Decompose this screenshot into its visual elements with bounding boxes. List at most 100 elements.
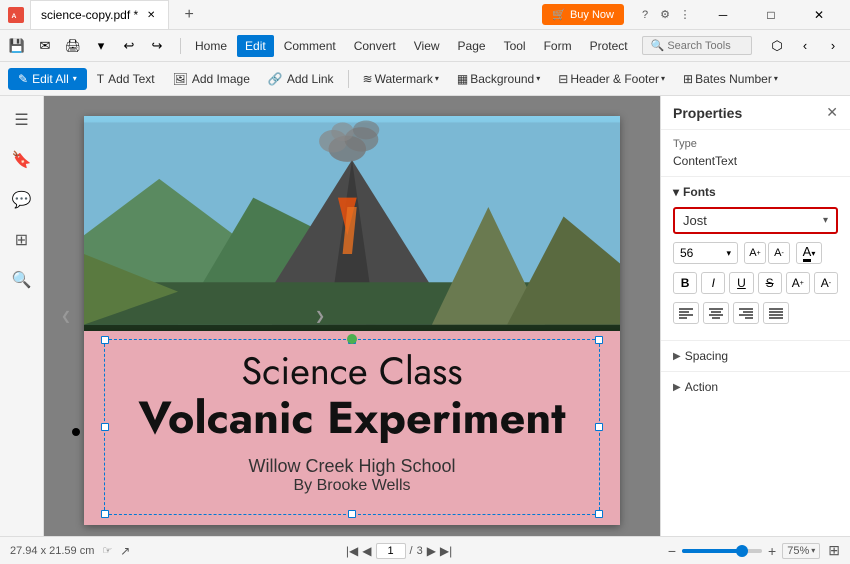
page-dimensions: 27.94 x 21.59 cm	[10, 545, 94, 557]
first-page-button[interactable]: |◀	[346, 544, 358, 558]
add-text-button[interactable]: T Add Text	[89, 68, 163, 90]
type-label: Type	[673, 138, 838, 150]
back-icon[interactable]: ‹	[792, 33, 818, 59]
action-section[interactable]: ▶ Action	[661, 371, 850, 402]
toolbar-icon-email[interactable]: ✉	[32, 33, 58, 59]
fit-page-button[interactable]: ⊞	[828, 542, 840, 559]
align-right-button[interactable]	[733, 302, 759, 324]
minimize-button[interactable]: ─	[700, 0, 746, 30]
sidebar-comments-icon[interactable]: 💬	[6, 184, 38, 216]
selection-handle-ml[interactable]	[101, 423, 109, 431]
rotate-handle[interactable]	[347, 334, 357, 344]
zoom-level-dropdown[interactable]: 75% ▾	[782, 543, 820, 559]
type-value: ContentText	[673, 154, 838, 168]
spacing-header[interactable]: ▶ Spacing	[673, 349, 838, 363]
toolbar-icon-undo[interactable]: ↩	[116, 33, 142, 59]
edit-all-button[interactable]: ✎ Edit All ▾	[8, 68, 87, 90]
document-tab[interactable]: science-copy.pdf * ✕	[30, 0, 169, 29]
toolbar-separator	[348, 70, 349, 88]
font-color-button[interactable]: A ▾	[796, 242, 822, 264]
menu-convert[interactable]: Convert	[346, 35, 404, 57]
watermark-button[interactable]: ≋ Watermark ▾	[355, 68, 447, 90]
zoom-slider[interactable]	[682, 549, 762, 553]
color-dropdown-arrow: ▾	[811, 249, 815, 258]
font-size-increase-button[interactable]: A+	[744, 242, 766, 264]
add-link-button[interactable]: 🔗 Add Link	[260, 68, 342, 90]
menu-protect[interactable]: Protect	[582, 35, 636, 57]
menu-comment[interactable]: Comment	[276, 35, 344, 57]
underline-button[interactable]: U	[729, 272, 753, 294]
next-page-button[interactable]: ▶	[427, 544, 436, 558]
close-button[interactable]: ✕	[796, 0, 842, 30]
selection-handle-bc[interactable]	[348, 510, 356, 518]
zoom-dropdown-arrow: ▾	[811, 546, 815, 555]
settings-icon[interactable]: ⚙	[656, 6, 674, 24]
menu-home[interactable]: Home	[187, 35, 235, 57]
maximize-button[interactable]: □	[748, 0, 794, 30]
selection-handle-bl[interactable]	[101, 510, 109, 518]
forward-icon[interactable]: ›	[820, 33, 846, 59]
toolbar-icon-save[interactable]: 💾	[4, 33, 30, 59]
header-footer-button[interactable]: ⊟ Header & Footer ▾	[550, 68, 673, 90]
font-family-dropdown[interactable]: Jost ▾	[673, 207, 838, 234]
bold-button[interactable]: B	[673, 272, 697, 294]
sidebar-pages-icon[interactable]: ☰	[6, 104, 38, 136]
new-tab-button[interactable]: +	[175, 1, 203, 29]
zoom-slider-thumb[interactable]	[736, 545, 748, 557]
buy-now-button[interactable]: 🛒 Buy Now	[542, 4, 624, 25]
menu-edit[interactable]: Edit	[237, 35, 274, 57]
bates-number-button[interactable]: ⊞ Bates Number ▾	[675, 68, 786, 90]
sidebar-search-icon[interactable]: 🔍	[6, 264, 38, 296]
doc-nav-left[interactable]: ❮	[56, 296, 76, 336]
search-tools-input[interactable]	[667, 40, 757, 52]
spacing-section[interactable]: ▶ Spacing	[661, 340, 850, 371]
zoom-in-button[interactable]: +	[768, 543, 776, 559]
selection-handle-tc[interactable]	[348, 336, 356, 344]
tab-close-button[interactable]: ✕	[144, 8, 158, 22]
sidebar-bookmark-icon[interactable]: 🔖	[6, 144, 38, 176]
selection-handle-mr[interactable]	[595, 423, 603, 431]
page-number-input[interactable]	[376, 543, 406, 559]
overflow-icon[interactable]: ⋮	[676, 6, 694, 24]
volcanic-experiment-title[interactable]: Volcanic Experiment	[114, 393, 590, 443]
search-tools-area[interactable]: 🔍	[642, 36, 752, 55]
align-justify-button[interactable]	[763, 302, 789, 324]
subscript-button[interactable]: A-	[814, 272, 838, 294]
selection-handle-br[interactable]	[595, 510, 603, 518]
external-link-icon[interactable]: ⬡	[764, 33, 790, 59]
add-image-button[interactable]: 🖼 Add Image	[165, 68, 258, 90]
background-button[interactable]: ▦ Background ▾	[449, 68, 548, 90]
font-size-dropdown[interactable]: 56 ▾	[673, 242, 738, 264]
page-pink-section: Science Class Volcanic Experiment Willow…	[84, 331, 620, 525]
selection-handle-tl[interactable]	[101, 336, 109, 344]
background-icon: ▦	[457, 72, 468, 86]
font-size-row: 56 ▾ A+ A- A ▾	[673, 242, 838, 264]
strikethrough-button[interactable]: S	[758, 272, 782, 294]
fonts-header[interactable]: ▾ Fonts	[673, 185, 838, 199]
selection-handle-tr[interactable]	[595, 336, 603, 344]
prev-page-button[interactable]: ◀	[362, 544, 371, 558]
action-header[interactable]: ▶ Action	[673, 380, 838, 394]
toolbar-icon-dropdown[interactable]: ▾	[88, 33, 114, 59]
last-page-button[interactable]: ▶|	[440, 544, 452, 558]
superscript-button[interactable]: A+	[786, 272, 810, 294]
zoom-out-button[interactable]: −	[668, 543, 676, 559]
type-section: Type ContentText	[661, 130, 850, 177]
author-name: By Brooke Wells	[114, 477, 590, 495]
menu-form[interactable]: Form	[536, 35, 580, 57]
page-separator: /	[410, 545, 413, 557]
cart-icon: 🛒	[552, 8, 566, 21]
toolbar-icon-redo[interactable]: ↪	[144, 33, 170, 59]
help-icon[interactable]: ?	[636, 6, 654, 24]
menu-page[interactable]: Page	[450, 35, 494, 57]
align-center-button[interactable]	[703, 302, 729, 324]
toolbar-icon-print[interactable]: 🖨	[60, 33, 86, 59]
sidebar-fields-icon[interactable]: ⊞	[6, 224, 38, 256]
menu-tool[interactable]: Tool	[496, 35, 534, 57]
font-size-decrease-button[interactable]: A-	[768, 242, 790, 264]
menu-view[interactable]: View	[406, 35, 448, 57]
doc-nav-right[interactable]: ❯	[310, 296, 330, 336]
align-left-button[interactable]	[673, 302, 699, 324]
panel-close-button[interactable]: ✕	[826, 104, 838, 121]
italic-button[interactable]: I	[701, 272, 725, 294]
